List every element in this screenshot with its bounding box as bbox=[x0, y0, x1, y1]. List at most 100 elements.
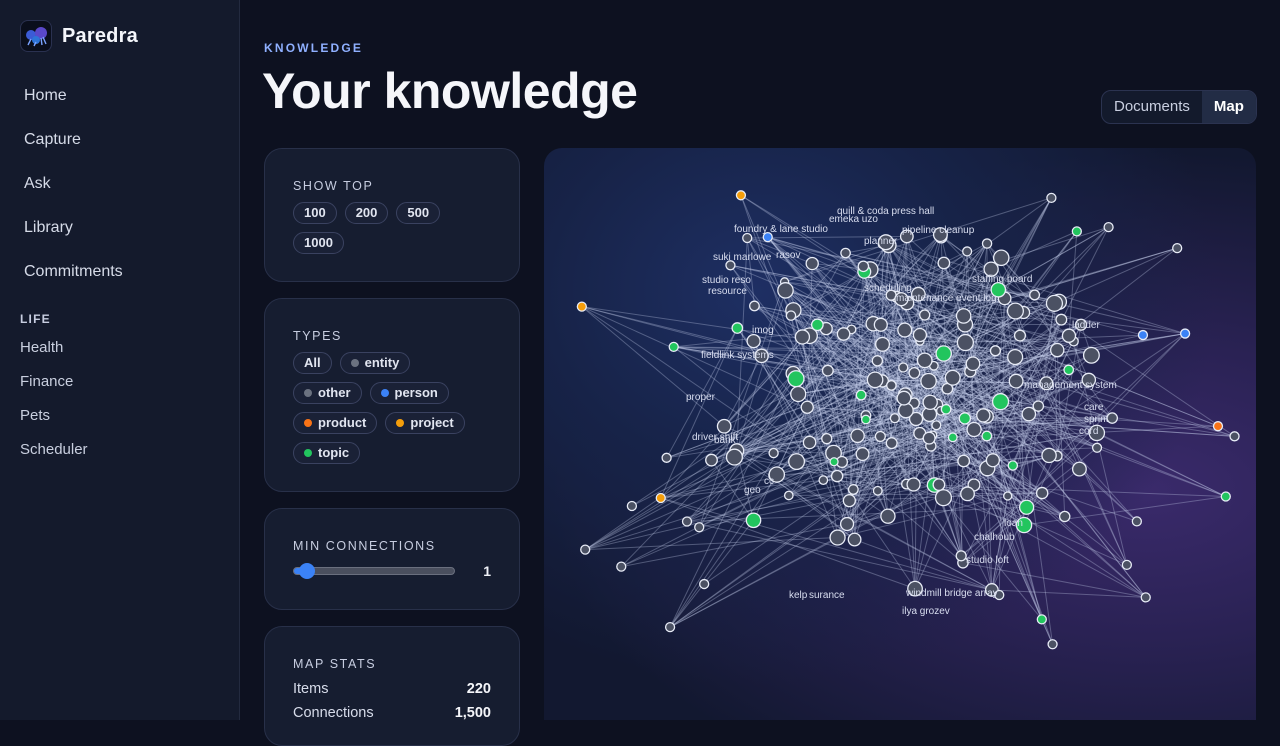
graph-node-entity[interactable] bbox=[977, 409, 990, 422]
graph-node-entity[interactable] bbox=[837, 328, 849, 340]
graph-node-entity[interactable] bbox=[786, 311, 795, 320]
graph-node-entity[interactable] bbox=[581, 545, 590, 554]
graph-node-topic[interactable] bbox=[830, 458, 838, 466]
graph-node-entity[interactable] bbox=[1009, 374, 1023, 388]
graph-node-topic[interactable] bbox=[948, 433, 957, 442]
graph-node-entity[interactable] bbox=[806, 257, 818, 269]
graph-node-entity[interactable] bbox=[750, 301, 760, 311]
type-chip-person[interactable]: person bbox=[370, 382, 449, 404]
graph-node-entity[interactable] bbox=[872, 356, 882, 366]
graph-node-project[interactable] bbox=[577, 302, 586, 311]
graph-node-topic[interactable] bbox=[669, 342, 678, 351]
graph-node-project[interactable] bbox=[656, 494, 665, 503]
graph-node-entity[interactable] bbox=[830, 530, 845, 545]
graph-node-entity[interactable] bbox=[1073, 462, 1087, 476]
graph-node-entity[interactable] bbox=[876, 337, 890, 351]
graph-node-topic[interactable] bbox=[1072, 227, 1081, 236]
nav-item-home[interactable]: Home bbox=[12, 78, 228, 122]
graph-node-entity[interactable] bbox=[899, 363, 908, 372]
graph-node-entity[interactable] bbox=[921, 373, 936, 388]
graph-node-entity[interactable] bbox=[683, 517, 692, 526]
graph-node-entity[interactable] bbox=[1048, 640, 1057, 649]
graph-node-topic[interactable] bbox=[1064, 365, 1073, 374]
graph-node-topic[interactable] bbox=[1221, 492, 1230, 501]
graph-node-entity[interactable] bbox=[717, 420, 730, 433]
graph-node-entity[interactable] bbox=[913, 329, 926, 342]
graph-node-entity[interactable] bbox=[706, 454, 718, 466]
graph-node-entity[interactable] bbox=[873, 487, 882, 496]
graph-node-topic[interactable] bbox=[856, 390, 866, 400]
graph-node-entity[interactable] bbox=[1037, 487, 1048, 498]
graph-node-entity[interactable] bbox=[695, 523, 704, 532]
graph-node-entity[interactable] bbox=[856, 448, 869, 461]
nav-item-finance[interactable]: Finance bbox=[20, 370, 88, 404]
graph-node-entity[interactable] bbox=[899, 403, 913, 417]
graph-node-entity[interactable] bbox=[822, 434, 832, 444]
graph-node-entity[interactable] bbox=[617, 562, 626, 571]
graph-node-entity[interactable] bbox=[785, 491, 793, 499]
graph-node-entity[interactable] bbox=[966, 357, 979, 370]
graph-node-entity[interactable] bbox=[662, 453, 671, 462]
type-chip-topic[interactable]: topic bbox=[293, 442, 360, 464]
graph-node-entity[interactable] bbox=[1030, 290, 1040, 300]
graph-node-entity[interactable] bbox=[1084, 347, 1100, 363]
graph-node-entity[interactable] bbox=[956, 309, 970, 323]
graph-node-topic[interactable] bbox=[936, 346, 951, 361]
show-top-1000-chip[interactable]: 1000 bbox=[293, 232, 344, 254]
graph-node-entity[interactable] bbox=[832, 470, 843, 481]
graph-node-entity[interactable] bbox=[1141, 593, 1150, 602]
graph-node-entity[interactable] bbox=[957, 335, 973, 351]
nav-item-ask[interactable]: Ask bbox=[12, 166, 228, 210]
graph-node-entity[interactable] bbox=[986, 454, 999, 467]
graph-node-entity[interactable] bbox=[887, 381, 896, 390]
graph-node-entity[interactable] bbox=[890, 414, 899, 423]
type-chip-other[interactable]: other bbox=[293, 382, 362, 404]
type-chip-product[interactable]: product bbox=[293, 412, 377, 434]
knowledge-graph[interactable]: quill & coda press hallemeka uzofoundry … bbox=[544, 148, 1256, 720]
graph-node-entity[interactable] bbox=[923, 395, 937, 409]
graph-node-entity[interactable] bbox=[727, 449, 743, 465]
graph-node-entity[interactable] bbox=[843, 495, 855, 507]
graph-node-entity[interactable] bbox=[1173, 244, 1182, 253]
type-chip-all[interactable]: All bbox=[293, 352, 332, 374]
nav-item-health[interactable]: Health bbox=[20, 336, 88, 370]
graph-node-person[interactable] bbox=[1181, 329, 1190, 338]
graph-node-project[interactable] bbox=[736, 191, 745, 200]
graph-node-entity[interactable] bbox=[886, 438, 897, 449]
graph-node-entity[interactable] bbox=[1060, 511, 1070, 521]
graph-node-entity[interactable] bbox=[897, 391, 911, 405]
graph-node-entity[interactable] bbox=[875, 431, 885, 441]
graph-node-entity[interactable] bbox=[791, 386, 806, 401]
graph-node-entity[interactable] bbox=[938, 257, 949, 268]
graph-node-entity[interactable] bbox=[1132, 517, 1141, 526]
graph-node-entity[interactable] bbox=[700, 580, 709, 589]
nav-item-scheduler[interactable]: Scheduler bbox=[20, 438, 88, 472]
knowledge-map[interactable]: quill & coda press hallemeka uzofoundry … bbox=[544, 148, 1256, 720]
show-top-100-chip[interactable]: 100 bbox=[293, 202, 337, 224]
nav-item-capture[interactable]: Capture bbox=[12, 122, 228, 166]
graph-node-entity[interactable] bbox=[1015, 330, 1026, 341]
graph-node-entity[interactable] bbox=[801, 401, 813, 413]
graph-node-entity[interactable] bbox=[945, 370, 960, 385]
graph-node-entity[interactable] bbox=[1062, 329, 1075, 342]
map-view-button[interactable]: Map bbox=[1202, 91, 1256, 123]
graph-node-entity[interactable] bbox=[747, 335, 760, 348]
graph-node-topic[interactable] bbox=[1020, 500, 1034, 514]
graph-node-entity[interactable] bbox=[848, 533, 861, 546]
graph-node-entity[interactable] bbox=[858, 261, 868, 271]
graph-node-entity[interactable] bbox=[1093, 443, 1102, 452]
graph-node-topic[interactable] bbox=[1008, 461, 1017, 470]
graph-node-entity[interactable] bbox=[920, 310, 930, 320]
graph-node-entity[interactable] bbox=[1122, 560, 1131, 569]
graph-node-entity[interactable] bbox=[961, 487, 975, 501]
graph-node-entity[interactable] bbox=[789, 454, 805, 470]
graph-node-entity[interactable] bbox=[1047, 193, 1056, 202]
graph-node-entity[interactable] bbox=[822, 365, 833, 376]
graph-node-entity[interactable] bbox=[933, 479, 945, 491]
graph-node-entity[interactable] bbox=[874, 318, 887, 331]
graph-node-entity[interactable] bbox=[849, 485, 859, 495]
slider-thumb[interactable] bbox=[299, 563, 315, 579]
graph-node-entity[interactable] bbox=[990, 346, 1000, 356]
documents-view-button[interactable]: Documents bbox=[1102, 91, 1202, 123]
graph-node-entity[interactable] bbox=[1107, 413, 1117, 423]
